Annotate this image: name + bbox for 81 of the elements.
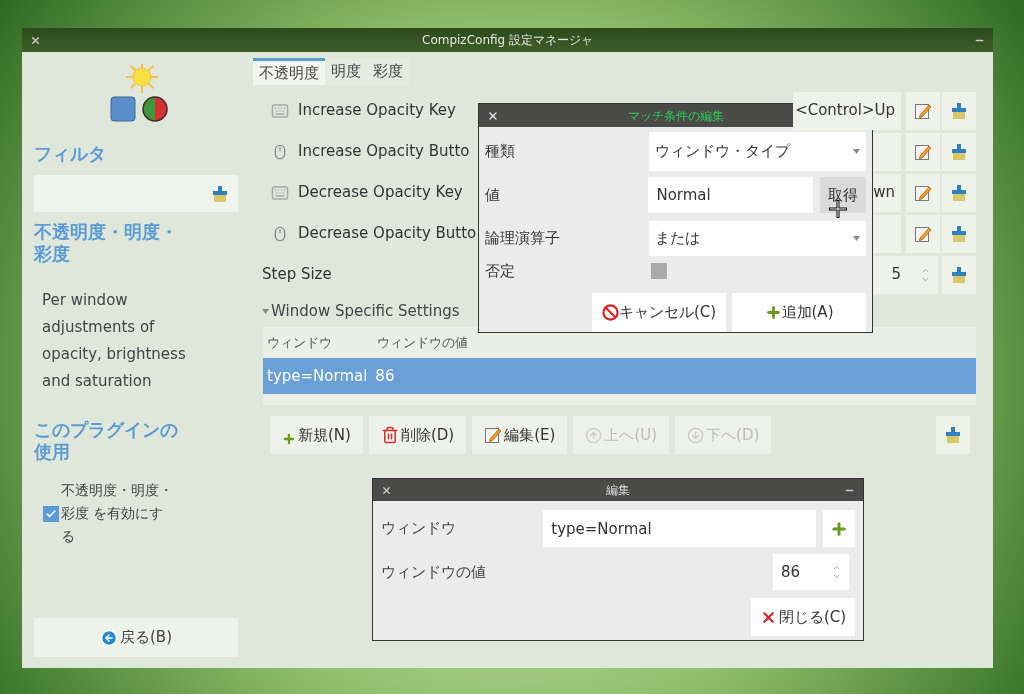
operator-dropdown[interactable]: または	[649, 220, 866, 256]
table-cell-text: type=Normal	[267, 365, 368, 387]
close-icon[interactable]	[30, 34, 41, 46]
plugin-description: Per window adjustments of opacity, brightness and saturation	[42, 290, 187, 392]
close-button[interactable]: 閉じる(C)	[751, 598, 855, 636]
list-action-button[interactable]: 編集(E)	[472, 416, 568, 454]
filter-heading: フィルタ	[34, 142, 107, 166]
value-field[interactable]: Normal	[648, 177, 814, 213]
brush-icon	[950, 183, 968, 202]
keyboard-icon	[271, 101, 289, 120]
brush-icon	[211, 184, 229, 203]
column-header[interactable]: ウィンドウ	[267, 332, 377, 353]
reset-button[interactable]	[942, 132, 976, 171]
reset-button[interactable]	[936, 416, 970, 454]
reset-button[interactable]	[942, 91, 976, 130]
brush-icon	[950, 224, 968, 243]
type-dropdown[interactable]: ウィンドウ・タイプ	[649, 132, 866, 171]
setting-label: Increase Opacity Key	[298, 100, 456, 122]
reset-button[interactable]	[942, 173, 976, 212]
pencil-paper-icon	[914, 183, 932, 202]
tab[interactable]: 不透明度	[253, 58, 325, 85]
dialog-title: マッチ条件の編集	[626, 107, 725, 125]
enable-checkbox[interactable]	[43, 505, 59, 522]
window-field[interactable]: type=Normal	[543, 510, 817, 547]
value-label: ウィンドウの値	[381, 561, 487, 583]
close-icon[interactable]	[487, 109, 499, 122]
brush-icon	[950, 142, 968, 161]
filter-field[interactable]	[34, 175, 238, 212]
reset-button[interactable]	[942, 255, 976, 294]
forbidden-icon	[601, 304, 619, 321]
brush-icon	[950, 265, 968, 284]
pencil-paper-icon	[914, 142, 932, 161]
table-cell-text: 86	[375, 365, 395, 387]
setting-label: Step Size	[262, 264, 332, 286]
edit-button[interactable]	[906, 214, 940, 253]
window-title: CompizConfig 設定マネージャ	[422, 32, 593, 49]
enable-label: 不透明度・明度・彩度 を有効にする	[61, 481, 174, 546]
negate-checkbox[interactable]	[651, 263, 667, 279]
mouse-icon	[272, 225, 288, 242]
type-label: 種類	[485, 141, 516, 163]
value-spinner[interactable]: 86	[773, 554, 849, 590]
plus-icon	[830, 519, 849, 538]
pencil-paper-icon	[914, 101, 932, 120]
pencil-paper-icon	[484, 426, 503, 444]
plus-icon	[282, 432, 296, 446]
edit-button[interactable]	[906, 173, 940, 212]
close-icon[interactable]	[381, 484, 392, 496]
list-action-button[interactable]: 新規(N)	[270, 416, 363, 454]
pencil-paper-icon	[914, 224, 932, 243]
negate-label: 否定	[485, 260, 516, 282]
cancel-button[interactable]: キャンセル(C)	[592, 293, 726, 332]
operator-label: 論理演算子	[485, 227, 561, 249]
keyboard-icon	[271, 183, 289, 202]
section-heading: Window Specific Settings	[271, 300, 460, 322]
brush-icon	[944, 426, 962, 444]
plugin-title: 不透明度・明度・彩度	[34, 221, 179, 265]
dropdown-arrow-icon	[853, 235, 860, 241]
tab[interactable]: 彩度	[367, 58, 409, 85]
mouse-icon	[272, 143, 288, 160]
key-binding-button[interactable]: <Control>Up	[793, 91, 901, 130]
brush-icon	[950, 101, 968, 120]
dropdown-arrow-icon	[853, 149, 860, 154]
edit-button[interactable]	[906, 132, 940, 171]
setting-label: Decrease Opacity Butto	[298, 223, 477, 245]
edit-button[interactable]	[906, 91, 940, 130]
usage-heading: このプラグインの使用	[34, 419, 179, 463]
setting-label: Increase Opacity Butto	[298, 141, 470, 163]
add-button[interactable]	[823, 510, 855, 547]
window-label: ウィンドウ	[381, 518, 457, 540]
back-button[interactable]: 戻る(B)	[34, 618, 238, 657]
check-icon	[45, 507, 57, 520]
list-action-button[interactable]: 削除(D)	[368, 416, 467, 454]
add-button[interactable]: 追加(A)	[732, 293, 866, 332]
column-header[interactable]: ウィンドウの値	[377, 332, 468, 353]
trash-icon	[380, 426, 399, 444]
setting-label: Decrease Opacity Key	[298, 182, 463, 204]
plus-icon	[764, 304, 782, 321]
reset-button[interactable]	[942, 214, 976, 253]
tab[interactable]: 明度	[325, 58, 367, 85]
dialog-title: 編集	[606, 482, 630, 499]
value-label: 値	[485, 184, 501, 206]
